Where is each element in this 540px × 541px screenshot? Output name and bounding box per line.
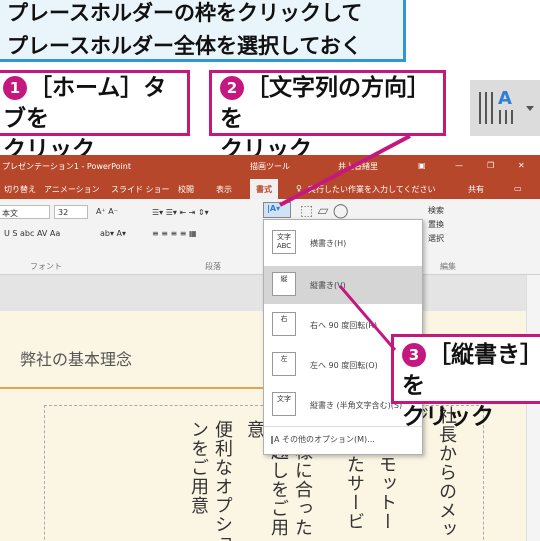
pointer-lines	[279, 134, 411, 351]
step2-pointer	[279, 134, 411, 207]
step3-pointer	[338, 285, 397, 351]
